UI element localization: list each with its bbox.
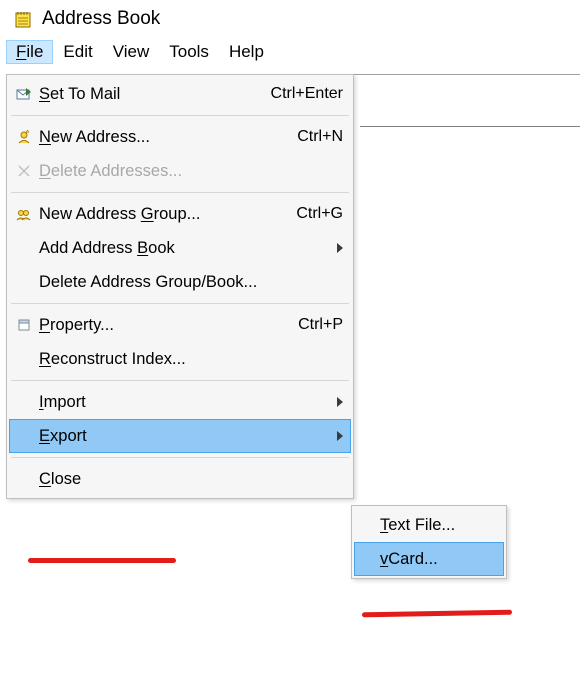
menu-close[interactable]: Close [9,462,351,496]
people-star-icon [13,207,35,221]
menu-new-address-group[interactable]: New Address Group... Ctrl+G [9,197,351,231]
menu-label: New Address... [39,128,289,147]
mail-icon [13,87,35,101]
shortcut: Ctrl+N [297,128,343,146]
submenu-text-file[interactable]: Text File... [354,508,504,542]
menu-label: Reconstruct Index... [39,350,343,369]
annotation-underline [28,558,176,563]
menu-label: Property... [39,316,290,335]
submenu-arrow-icon [337,431,343,441]
menu-label: Close [39,470,343,489]
submenu-arrow-icon [337,397,343,407]
property-icon [13,318,35,332]
file-menu-dropdown: Set To Mail Ctrl+Enter New Address... Ct… [6,74,354,499]
window-title: Address Book [42,8,160,30]
shortcut: Ctrl+Enter [271,85,343,103]
notepad-icon [12,8,34,30]
menu-delete-address-group[interactable]: Delete Address Group/Book... [9,265,351,299]
menu-add-address-book[interactable]: Add Address Book [9,231,351,265]
menu-edit[interactable]: Edit [53,40,102,64]
menubar: File Edit View Tools Help [0,36,580,68]
menu-delete-addresses: Delete Addresses... [9,154,351,188]
separator [11,303,349,304]
menu-label: Import [39,393,329,412]
menu-import[interactable]: Import [9,385,351,419]
menu-label: Add Address Book [39,239,329,258]
menu-label: Set To Mail [39,85,263,104]
shortcut: Ctrl+P [298,316,343,334]
menu-set-to-mail[interactable]: Set To Mail Ctrl+Enter [9,77,351,111]
menu-label: Export [39,427,329,446]
submenu-label: vCard... [380,550,438,569]
menu-label: New Address Group... [39,205,288,224]
separator [11,115,349,116]
menu-reconstruct-index[interactable]: Reconstruct Index... [9,342,351,376]
titlebar: Address Book [0,0,580,36]
shortcut: Ctrl+G [296,205,343,223]
separator [11,457,349,458]
delete-x-icon [13,165,35,177]
menu-tools[interactable]: Tools [159,40,219,64]
submenu-vcard[interactable]: vCard... [354,542,504,576]
submenu-arrow-icon [337,243,343,253]
menu-label: Delete Address Group/Book... [39,273,343,292]
separator [11,192,349,193]
menu-label: Delete Addresses... [39,162,343,181]
export-submenu: Text File... vCard... [351,505,507,579]
divider-line [360,126,580,127]
submenu-label: Text File... [380,516,455,535]
menu-file[interactable]: File [6,40,53,64]
menu-help[interactable]: Help [219,40,274,64]
menu-property[interactable]: Property... Ctrl+P [9,308,351,342]
menu-view[interactable]: View [103,40,160,64]
menu-new-address[interactable]: New Address... Ctrl+N [9,120,351,154]
menu-export[interactable]: Export [9,419,351,453]
person-star-icon [13,130,35,144]
separator [11,380,349,381]
